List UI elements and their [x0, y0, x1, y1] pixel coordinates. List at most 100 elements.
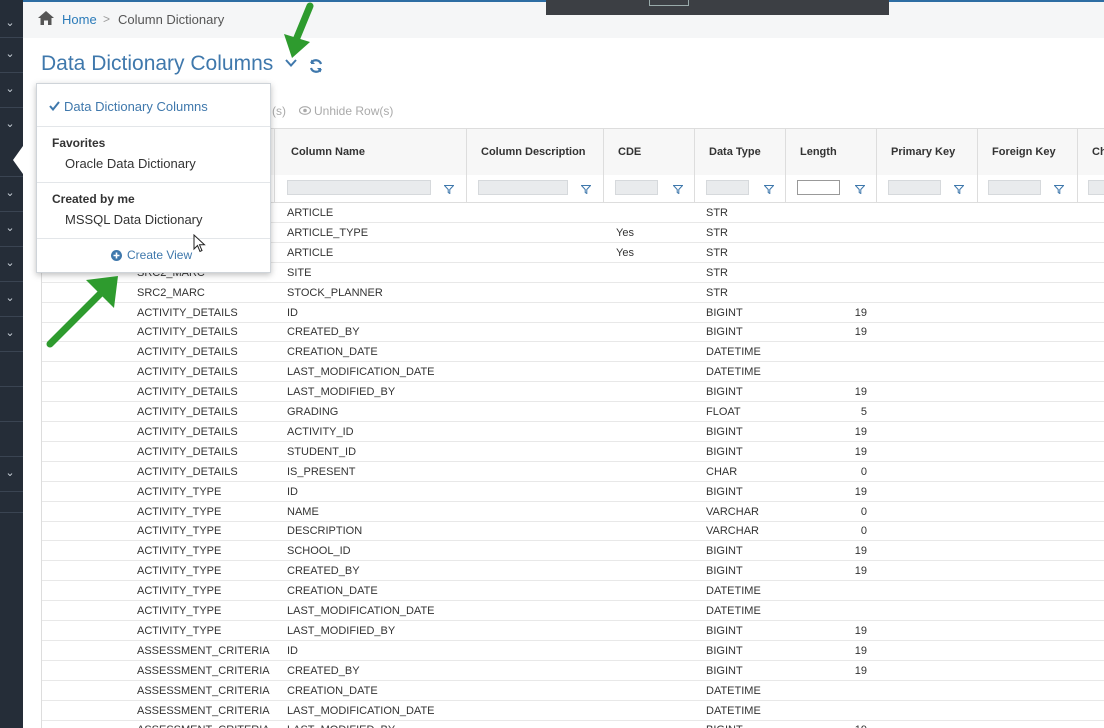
cell-table-name: ACTIVITY_DETAILS — [137, 326, 238, 339]
breadcrumb-home-link[interactable]: Home — [62, 12, 97, 27]
cell-length: 19 — [854, 644, 867, 657]
table-row[interactable]: ASSESSMENT_CRITERIA LAST_MODIFIED_BY BIGIN… — [42, 720, 1104, 728]
nav-expand-icon[interactable] — [3, 82, 17, 96]
table-row[interactable]: SRC2_MARC STOCK_PLANNER STR — [42, 283, 1104, 303]
filter-input-truncated[interactable] — [1088, 180, 1104, 195]
filter-input-column-description[interactable] — [478, 180, 568, 195]
plus-circle-icon[interactable] — [111, 250, 122, 261]
table-row[interactable]: ACTIVITY_DETAILS GRADING FLOAT 5 — [42, 402, 1104, 422]
table-row[interactable]: ACTIVITY_TYPE CREATION_DATE DATETIME — [42, 581, 1104, 602]
filter-icon[interactable] — [444, 185, 454, 194]
table-row[interactable]: ASSESSMENT_CRITERIA LAST_MODIFICATION_DAT… — [42, 701, 1104, 721]
filter-cell — [786, 175, 877, 202]
nav-expand-icon[interactable] — [3, 256, 17, 270]
filter-input-column-name[interactable] — [287, 180, 431, 195]
filter-icon[interactable] — [855, 185, 865, 194]
cell-length: 19 — [854, 306, 867, 319]
page-title[interactable]: Data Dictionary Columns — [41, 52, 273, 76]
nav-expand-icon[interactable] — [3, 117, 17, 131]
view-option-created[interactable]: MSSQL Data Dictionary — [65, 212, 203, 227]
cell-data-type: DATETIME — [706, 605, 761, 617]
header-primary-key[interactable]: Primary Key — [877, 129, 978, 175]
cell-column-name: ID — [287, 485, 298, 498]
header-cde[interactable]: CDE — [604, 129, 695, 175]
table-row[interactable]: ACTIVITY_TYPE ID BIGINT 19 — [42, 482, 1104, 502]
nav-expand-icon[interactable] — [3, 326, 17, 340]
filter-icon[interactable] — [581, 185, 591, 194]
table-row[interactable]: ACTIVITY_DETAILS ACTIVITY_ID BIGINT 19 — [42, 422, 1104, 442]
cell-data-type: BIGINT — [706, 425, 743, 438]
table-row[interactable]: ACTIVITY_TYPE LAST_MODIFIED_BY BIGINT 19 — [42, 621, 1104, 641]
filter-icon[interactable] — [673, 185, 683, 194]
cell-data-type: DATETIME — [706, 684, 761, 697]
nav-expand-icon[interactable] — [3, 221, 17, 235]
nav-divider — [0, 456, 23, 457]
cell-column-name: LAST_MODIFICATION_DATE — [287, 366, 435, 379]
header-column-description[interactable]: Column Description — [467, 129, 604, 175]
cell-data-type: BIGINT — [706, 386, 743, 399]
filter-input-data-type[interactable] — [706, 180, 749, 195]
check-icon — [49, 101, 60, 111]
header-length[interactable]: Length — [786, 129, 877, 175]
header-column-name[interactable]: Column Name — [275, 129, 467, 175]
filter-icon[interactable] — [954, 185, 964, 194]
cell-column-name: STOCK_PLANNER — [287, 286, 383, 299]
filter-input-primary-key[interactable] — [888, 180, 941, 195]
hide-rows-button[interactable]: (s) — [272, 104, 286, 118]
menu-divider — [37, 182, 270, 183]
table-row[interactable]: ACTIVITY_DETAILS LAST_MODIFIED_BY BIGINT 19 — [42, 382, 1104, 403]
table-row[interactable]: ASSESSMENT_CRITERIA ID BIGINT 19 — [42, 641, 1104, 661]
cell-data-type: BIGINT — [706, 724, 743, 728]
cell-data-type: BIGINT — [706, 624, 743, 637]
cell-data-type: BIGINT — [706, 485, 743, 498]
table-row[interactable]: ACTIVITY_TYPE DESCRIPTION VARCHAR 0 — [42, 521, 1104, 542]
nav-expand-icon[interactable] — [3, 47, 17, 61]
table-row[interactable]: ASSESSMENT_CRITERIA CREATED_BY BIGINT 19 — [42, 661, 1104, 681]
view-option-favorite[interactable]: Oracle Data Dictionary — [65, 156, 196, 171]
breadcrumb-separator: > — [103, 12, 111, 26]
filter-cell — [978, 175, 1078, 202]
view-option-active[interactable]: Data Dictionary Columns — [64, 99, 208, 114]
header-data-type[interactable]: Data Type — [695, 129, 786, 175]
header-foreign-key[interactable]: Foreign Key — [978, 129, 1078, 175]
filter-icon[interactable] — [764, 185, 774, 194]
refresh-icon[interactable] — [308, 58, 324, 74]
table-row[interactable]: ACTIVITY_DETAILS IS_PRESENT CHAR 0 — [42, 462, 1104, 482]
cell-table-name: ASSESSMENT_CRITERIA — [137, 684, 270, 697]
overlay-handle[interactable] — [649, 0, 689, 6]
unhide-rows-button[interactable]: Unhide Row(s) — [314, 104, 393, 118]
table-row[interactable]: ACTIVITY_TYPE SCHOOL_ID BIGINT 19 — [42, 541, 1104, 562]
annotation-arrow-icon — [284, 2, 314, 58]
nav-expand-icon[interactable] — [3, 291, 17, 305]
menu-divider — [37, 238, 270, 239]
nav-expand-icon[interactable] — [3, 466, 17, 480]
nav-expand-icon[interactable] — [3, 186, 17, 200]
filter-cell — [877, 175, 978, 202]
nav-divider — [0, 351, 23, 352]
header-truncated[interactable]: Ch — [1078, 129, 1104, 175]
nav-divider — [0, 386, 23, 387]
table-row[interactable]: ACTIVITY_DETAILS CREATED_BY BIGINT 19 — [42, 322, 1104, 343]
table-row[interactable]: ACTIVITY_TYPE NAME VARCHAR 0 — [42, 502, 1104, 522]
nav-divider — [0, 211, 23, 212]
home-icon[interactable] — [38, 11, 54, 25]
table-row[interactable]: ACTIVITY_DETAILS STUDENT_ID BIGINT 19 — [42, 442, 1104, 462]
table-row[interactable]: ACTIVITY_DETAILS ID BIGINT 19 — [42, 303, 1104, 323]
filter-input-length[interactable] — [797, 180, 840, 195]
filter-input-cde[interactable] — [615, 180, 658, 195]
cell-table-name: ACTIVITY_DETAILS — [137, 406, 238, 418]
create-view-button[interactable]: Create View — [127, 248, 192, 262]
filter-input-foreign-key[interactable] — [988, 180, 1041, 195]
nav-expand-icon[interactable] — [3, 16, 17, 30]
table-row[interactable]: ACTIVITY_TYPE CREATED_BY BIGINT 19 — [42, 561, 1104, 582]
table-row[interactable]: ASSESSMENT_CRITERIA CREATION_DATE DATETIME — [42, 681, 1104, 701]
filter-icon[interactable] — [1054, 185, 1064, 194]
cell-column-name: ARTICLE — [287, 246, 334, 259]
table-row[interactable]: ACTIVITY_DETAILS LAST_MODIFICATION_DATE DA… — [42, 362, 1104, 383]
cell-data-type: DATETIME — [706, 346, 761, 359]
cell-length: 19 — [854, 624, 867, 637]
table-row[interactable]: ACTIVITY_TYPE LAST_MODIFICATION_DATE DATET… — [42, 601, 1104, 621]
cell-table-name: ACTIVITY_DETAILS — [137, 386, 238, 399]
table-row[interactable]: ACTIVITY_DETAILS CREATION_DATE DATETIME — [42, 342, 1104, 363]
nav-divider — [0, 512, 23, 513]
